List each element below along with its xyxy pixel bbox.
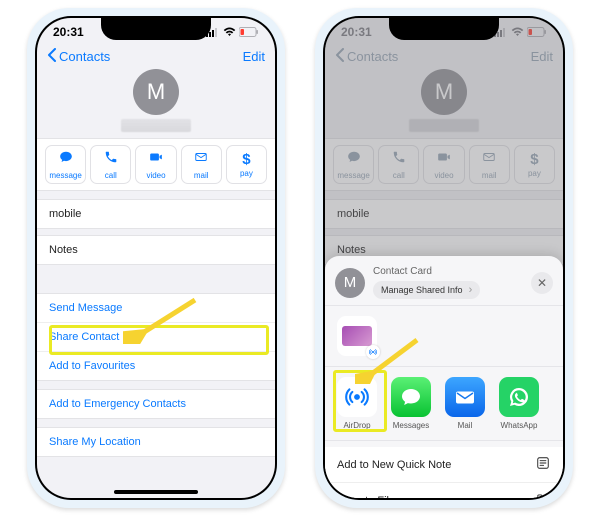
wifi-icon — [223, 27, 236, 37]
menu-send-message[interactable]: Send Message — [37, 294, 275, 323]
share-app-airdrop[interactable]: AirDrop — [337, 377, 377, 430]
action-add-quick-note[interactable]: Add to New Quick Note — [325, 447, 563, 483]
screen-right: 20:31 — [325, 18, 563, 498]
edit-button[interactable]: Edit — [243, 49, 265, 64]
share-app-messages[interactable]: Messages — [391, 377, 431, 430]
home-indicator[interactable] — [114, 490, 198, 494]
avatar[interactable]: M — [133, 69, 179, 115]
chevron-left-icon — [47, 48, 57, 65]
menu-share-contact[interactable]: Share Contact — [37, 323, 275, 352]
app-label: WhatsApp — [501, 421, 538, 430]
action-message[interactable]: message — [45, 145, 86, 184]
status-time: 20:31 — [53, 25, 84, 39]
action-call[interactable]: call — [90, 145, 131, 184]
mobile-section[interactable]: mobile — [37, 199, 275, 229]
action-save-to-files[interactable]: Save to Files — [325, 483, 563, 498]
action-mail[interactable]: mail — [181, 145, 222, 184]
app-label: AirDrop — [343, 421, 370, 430]
action-label: message — [49, 171, 81, 180]
close-share-sheet[interactable]: ✕ — [531, 272, 553, 294]
row-label: Save to Files — [337, 495, 401, 499]
menu-share-location[interactable]: Share My Location — [37, 428, 275, 456]
battery-low-icon — [239, 27, 259, 37]
back-label: Contacts — [59, 49, 110, 64]
mail-app-icon — [445, 377, 485, 417]
close-icon: ✕ — [537, 276, 547, 290]
share-sheet: M Contact Card Manage Shared Info ✕ — [325, 256, 563, 498]
messages-icon — [391, 377, 431, 417]
manage-shared-info-button[interactable]: Manage Shared Info — [373, 281, 480, 299]
action-label: call — [105, 171, 117, 180]
iphone-frame-right: 20:31 — [315, 8, 573, 508]
back-to-contacts[interactable]: Contacts — [47, 48, 110, 65]
recent-share-row — [325, 306, 563, 367]
share-app-whatsapp[interactable]: WhatsApp — [499, 377, 539, 430]
share-app-mail[interactable]: Mail — [445, 377, 485, 430]
share-title: Contact Card — [373, 266, 523, 277]
share-sheet-actions: Add to New Quick Note Save to Files — [325, 441, 563, 498]
contact-menu-2: Add to Emergency Contacts — [37, 389, 275, 419]
share-sheet-header: M Contact Card Manage Shared Info ✕ — [325, 256, 563, 306]
row-label: Add to New Quick Note — [337, 459, 451, 471]
airdrop-icon — [337, 377, 377, 417]
share-avatar: M — [335, 268, 365, 298]
menu-add-favourites[interactable]: Add to Favourites — [37, 352, 275, 380]
app-label: Messages — [393, 421, 429, 430]
video-icon — [148, 150, 164, 169]
photo-icon — [342, 326, 372, 346]
menu-add-emergency[interactable]: Add to Emergency Contacts — [37, 390, 275, 418]
share-apps-row: AirDrop Messages Mail — [325, 367, 563, 441]
contact-name-redacted — [121, 119, 191, 132]
contact-actions-row: message call video mail $ — [37, 138, 275, 191]
action-label: pay — [240, 169, 253, 178]
notes-section[interactable]: Notes — [37, 235, 275, 265]
contact-menu-3: Share My Location — [37, 427, 275, 457]
contact-header: M — [37, 69, 275, 138]
recent-share-target[interactable] — [337, 316, 377, 356]
pay-icon: $ — [242, 153, 250, 167]
whatsapp-icon — [499, 377, 539, 417]
quicknote-icon — [535, 456, 551, 473]
folder-icon — [535, 492, 551, 498]
action-label: video — [146, 171, 165, 180]
airdrop-badge-icon — [366, 345, 380, 359]
mobile-label: mobile — [37, 200, 275, 228]
screen-left: 20:31 — [37, 18, 275, 498]
action-label: mail — [194, 171, 209, 180]
nav-bar: Contacts Edit — [37, 46, 275, 69]
iphone-frame-left: 20:31 — [27, 8, 285, 508]
action-video[interactable]: video — [135, 145, 176, 184]
action-pay[interactable]: $ pay — [226, 145, 267, 184]
message-icon — [58, 150, 74, 169]
phone-icon — [103, 150, 119, 169]
mail-icon — [193, 150, 209, 169]
notch — [389, 18, 499, 40]
notes-label: Notes — [37, 236, 275, 264]
notch — [101, 18, 211, 40]
app-label: Mail — [458, 421, 473, 430]
contact-menu: Send Message Share Contact Add to Favour… — [37, 293, 275, 381]
